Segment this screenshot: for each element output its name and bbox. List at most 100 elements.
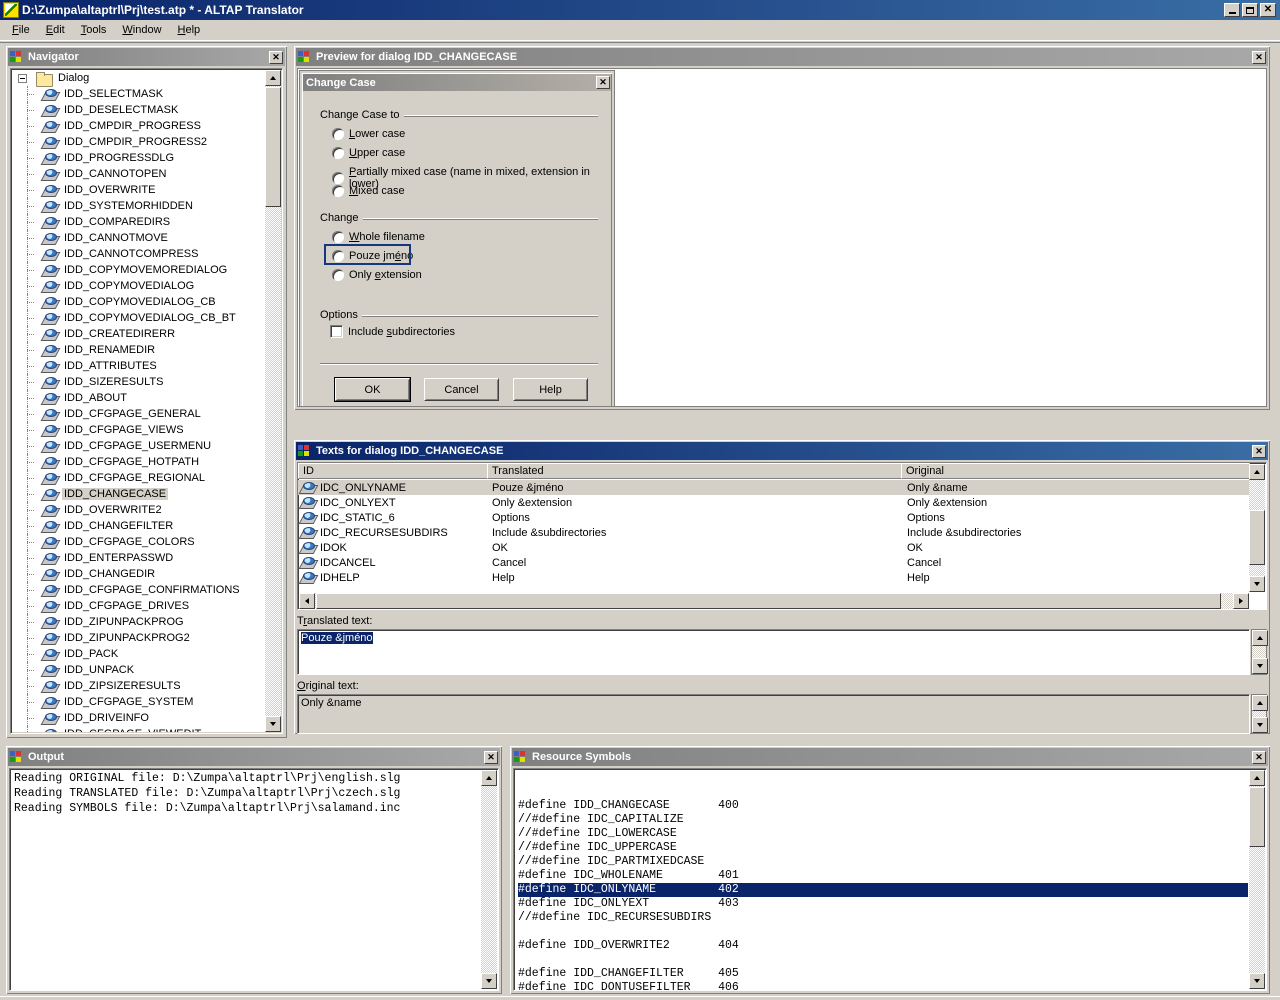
tree-item[interactable]: IDD_PROGRESSDLG [12,150,265,166]
radio-icon[interactable] [332,185,344,197]
tree-item[interactable]: IDD_CHANGEDIR [12,566,265,582]
tree-item[interactable]: IDD_ENTERPASSWD [12,550,265,566]
symbols-body[interactable]: #define IDD_CHANGECASE 400//#define IDC_… [513,768,1267,991]
scroll-up-icon[interactable] [481,770,497,786]
texts-close-icon[interactable]: ✕ [1252,445,1266,458]
scroll-up-icon[interactable] [1252,695,1268,711]
scroll-left-icon[interactable] [299,593,315,609]
table-row[interactable]: IDC_ONLYEXTOnly &extensionOnly &extensio… [298,495,1249,510]
tree-item[interactable]: IDD_CFGPAGE_REGIONAL [12,470,265,486]
navigator-close-icon[interactable]: ✕ [269,51,283,64]
navigator-scrollbar[interactable] [265,70,281,732]
tree-item[interactable]: IDD_UNPACK [12,662,265,678]
tree-item[interactable]: IDD_CHANGEFILTER [12,518,265,534]
texts-hscrollbar[interactable] [299,593,1249,609]
ok-button[interactable]: OK [335,378,410,401]
radio-icon[interactable] [332,269,344,281]
menu-help[interactable]: Help [170,22,209,38]
scroll-up-icon[interactable] [1249,464,1265,480]
tree-item[interactable]: IDD_DRIVEINFO [12,710,265,726]
texts-vscrollbar[interactable] [1249,464,1265,592]
table-row[interactable]: IDC_ONLYNAMEPouze &jménoOnly &name [298,480,1249,495]
tree-item[interactable]: IDD_RENAMEDIR [12,342,265,358]
tree-item[interactable]: IDD_SELECTMASK [12,86,265,102]
scroll-down-icon[interactable] [481,973,497,989]
tree-item[interactable]: IDD_ABOUT [12,390,265,406]
tree-item[interactable]: IDD_CFGPAGE_CONFIRMATIONS [12,582,265,598]
tree-item[interactable]: IDD_CMPDIR_PROGRESS [12,118,265,134]
tree-item[interactable]: IDD_ZIPSIZERESULTS [12,678,265,694]
maximize-button[interactable] [1242,3,1258,17]
table-row[interactable]: IDC_STATIC_6OptionsOptions [298,510,1249,525]
radio-mixed-case[interactable]: Mixed case [332,185,405,197]
original-scrollbar[interactable] [1251,694,1267,734]
tree-item[interactable]: IDD_COPYMOVEDIALOG_CB_BT [12,310,265,326]
navigator-tree[interactable]: DialogIDD_SELECTMASKIDD_DESELECTMASKIDD_… [12,70,265,732]
table-row[interactable]: IDOKOKOK [298,540,1249,555]
radio-whole-filename[interactable]: Whole filename [332,231,425,243]
scroll-right-icon[interactable] [1233,593,1249,609]
table-row[interactable]: IDHELPHelpHelp [298,570,1249,585]
tree-item[interactable]: IDD_CFGPAGE_VIEWEDIT [12,726,265,732]
scroll-up-icon[interactable] [1249,770,1265,786]
dialog-close-icon[interactable]: ✕ [596,76,610,89]
scroll-up-icon[interactable] [1252,630,1268,646]
listview-rows[interactable]: IDC_ONLYNAMEPouze &jménoOnly &nameIDC_ON… [298,480,1249,592]
scroll-down-icon[interactable] [265,716,281,732]
tree-item[interactable]: IDD_ZIPUNPACKPROG [12,614,265,630]
menu-window[interactable]: Window [114,22,169,38]
tree-item[interactable]: IDD_ATTRIBUTES [12,358,265,374]
tree-item[interactable]: IDD_CFGPAGE_GENERAL [12,406,265,422]
column-header-id[interactable]: ID [298,463,488,479]
scroll-down-icon[interactable] [1252,717,1268,733]
tree-item[interactable]: IDD_CANNOTCOMPRESS [12,246,265,262]
tree-item[interactable]: IDD_CFGPAGE_VIEWS [12,422,265,438]
tree-item[interactable]: IDD_COPYMOVEDIALOG_CB [12,294,265,310]
close-button[interactable]: ✕ [1260,3,1276,17]
symbols-scrollbar[interactable] [1249,770,1265,989]
radio-icon[interactable] [332,172,344,184]
translated-scrollbar[interactable] [1251,629,1267,675]
help-button[interactable]: Help [513,378,588,401]
tree-item[interactable]: IDD_CHANGECASE [12,486,265,502]
tree-item[interactable]: IDD_CFGPAGE_DRIVES [12,598,265,614]
tree-item[interactable]: IDD_COPYMOVEDIALOG [12,278,265,294]
preview-close-icon[interactable]: ✕ [1252,51,1266,64]
output-close-icon[interactable]: ✕ [484,751,498,764]
tree-root-dialog[interactable]: Dialog [12,70,265,86]
tree-item[interactable]: IDD_SIZERESULTS [12,374,265,390]
scroll-thumb[interactable] [265,87,281,207]
column-header-original[interactable]: Original [901,463,1250,479]
tree-item[interactable]: IDD_DESELECTMASK [12,102,265,118]
scroll-up-icon[interactable] [265,70,281,86]
tree-item[interactable]: IDD_OVERWRITE2 [12,502,265,518]
hscroll-thumb[interactable] [316,593,1221,609]
tree-item[interactable]: IDD_CFGPAGE_USERMENU [12,438,265,454]
scroll-down-icon[interactable] [1252,658,1268,674]
scroll-down-icon[interactable] [1249,973,1265,989]
tree-item[interactable]: IDD_CFGPAGE_SYSTEM [12,694,265,710]
tree-item[interactable]: IDD_ZIPUNPACKPROG2 [12,630,265,646]
menu-edit[interactable]: Edit [38,22,73,38]
menu-tools[interactable]: Tools [73,22,115,38]
minimize-button[interactable] [1224,3,1240,17]
radio-only-extension[interactable]: Only extension [332,269,422,281]
cancel-button[interactable]: Cancel [424,378,499,401]
radio-icon[interactable] [332,231,344,243]
translated-text-input[interactable]: Pouze &jméno [297,629,1250,675]
scroll-down-icon[interactable] [1249,576,1265,592]
table-row[interactable]: IDC_RECURSESUBDIRSInclude &subdirectorie… [298,525,1249,540]
tree-item[interactable]: IDD_CFGPAGE_COLORS [12,534,265,550]
output-body[interactable]: Reading ORIGINAL file: D:\Zumpa\altaptrl… [9,768,499,991]
menu-file[interactable]: FFileile [4,22,38,38]
symbols-close-icon[interactable]: ✕ [1252,751,1266,764]
radio-icon[interactable] [332,128,344,140]
column-header-translated[interactable]: Translated [487,463,902,479]
texts-listview[interactable]: ID Translated Original IDC_ONLYNAMEPouze… [297,462,1267,610]
radio-lower-case[interactable]: Lower case [332,128,405,140]
tree-item[interactable]: IDD_CREATEDIRERR [12,326,265,342]
tree-item[interactable]: IDD_CMPDIR_PROGRESS2 [12,134,265,150]
output-scrollbar[interactable] [481,770,497,989]
tree-item[interactable]: IDD_CFGPAGE_HOTPATH [12,454,265,470]
tree-item[interactable]: IDD_PACK [12,646,265,662]
